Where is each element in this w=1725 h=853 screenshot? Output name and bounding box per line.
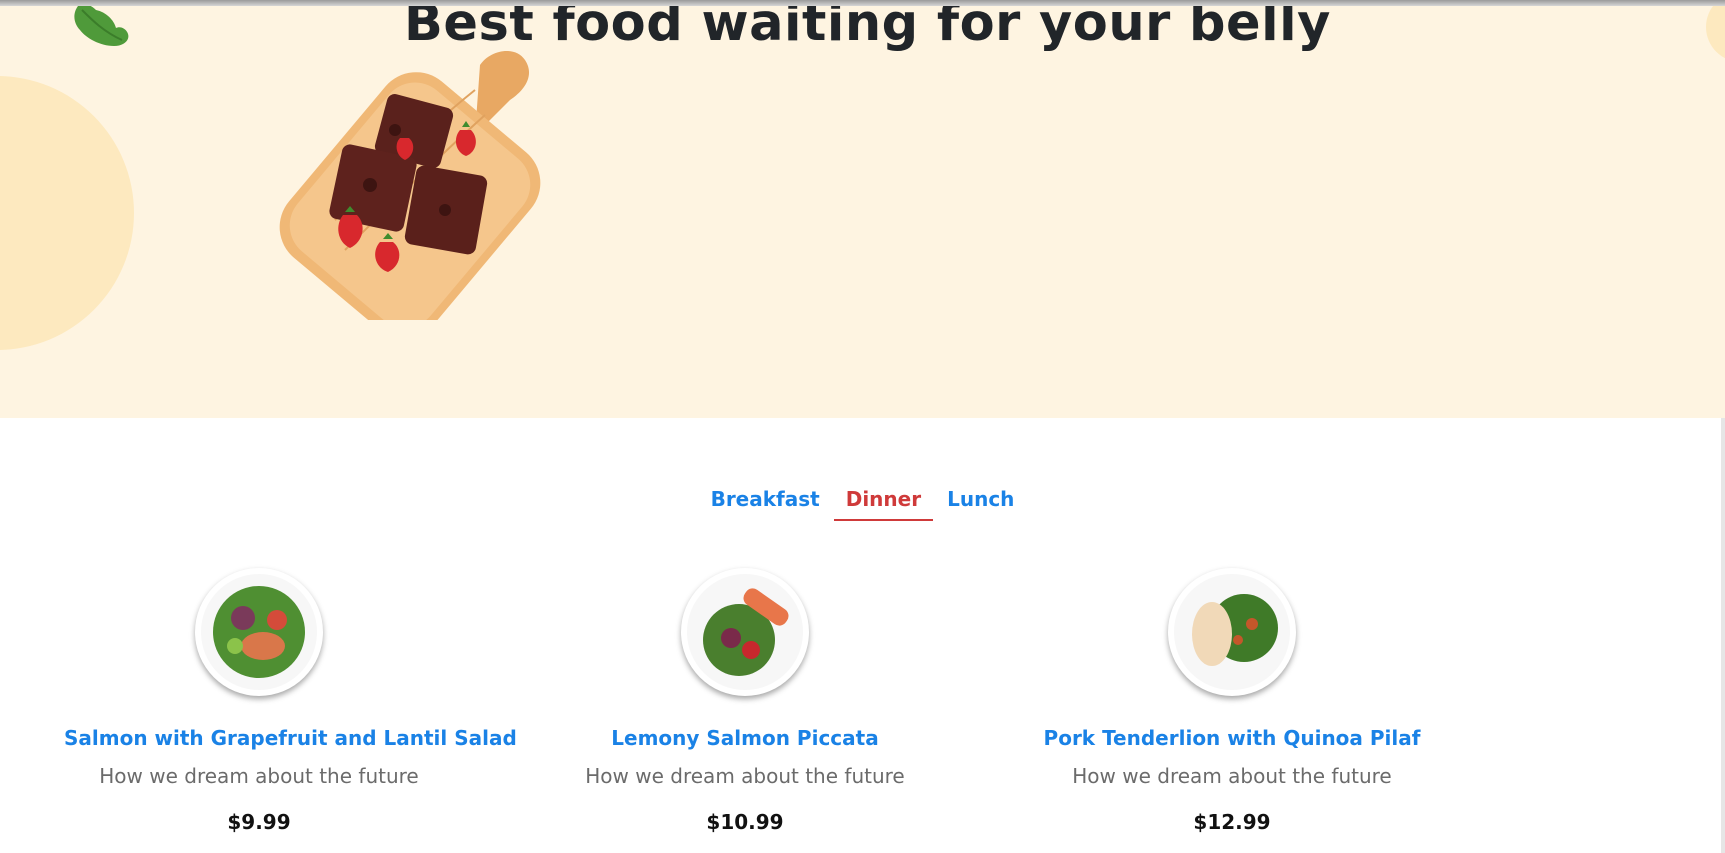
dish-title[interactable]: Pork Tenderlion with Quinoa Pilaf <box>1037 726 1427 750</box>
dish-title[interactable]: Salmon with Grapefruit and Lantil Salad <box>64 726 517 750</box>
tab-breakfast[interactable]: Breakfast <box>699 484 832 521</box>
tab-lunch[interactable]: Lunch <box>935 484 1026 521</box>
dish-description: How we dream about the future <box>585 764 905 788</box>
menu-item-card: Lemony Salmon Piccata How we dream about… <box>550 568 940 834</box>
brownie-board-illustration <box>279 50 541 320</box>
dish-price: $9.99 <box>227 810 291 834</box>
dish-image <box>681 568 809 696</box>
tab-dinner[interactable]: Dinner <box>833 484 934 521</box>
dish-image <box>195 568 323 696</box>
menu-item-card: Salmon with Grapefruit and Lantil Salad … <box>64 568 517 834</box>
dish-price: $12.99 <box>1193 810 1271 834</box>
dish-price: $10.99 <box>706 810 784 834</box>
menu-category-tabs: Breakfast Dinner Lunch <box>0 484 1725 521</box>
hero-section: Best food waiting for your belly <box>0 0 1725 418</box>
dish-description: How we dream about the future <box>1072 764 1392 788</box>
dish-title[interactable]: Lemony Salmon Piccata <box>550 726 940 750</box>
decorative-circle <box>0 76 134 350</box>
leaf-icon <box>74 3 129 46</box>
dish-description: How we dream about the future <box>99 764 419 788</box>
menu-item-card: Pork Tenderlion with Quinoa Pilaf How we… <box>1037 568 1427 834</box>
dish-image <box>1168 568 1296 696</box>
hero-title: Best food waiting for your belly <box>404 0 1331 53</box>
decorative-circle <box>1706 0 1725 62</box>
window-top-edge <box>0 0 1725 6</box>
